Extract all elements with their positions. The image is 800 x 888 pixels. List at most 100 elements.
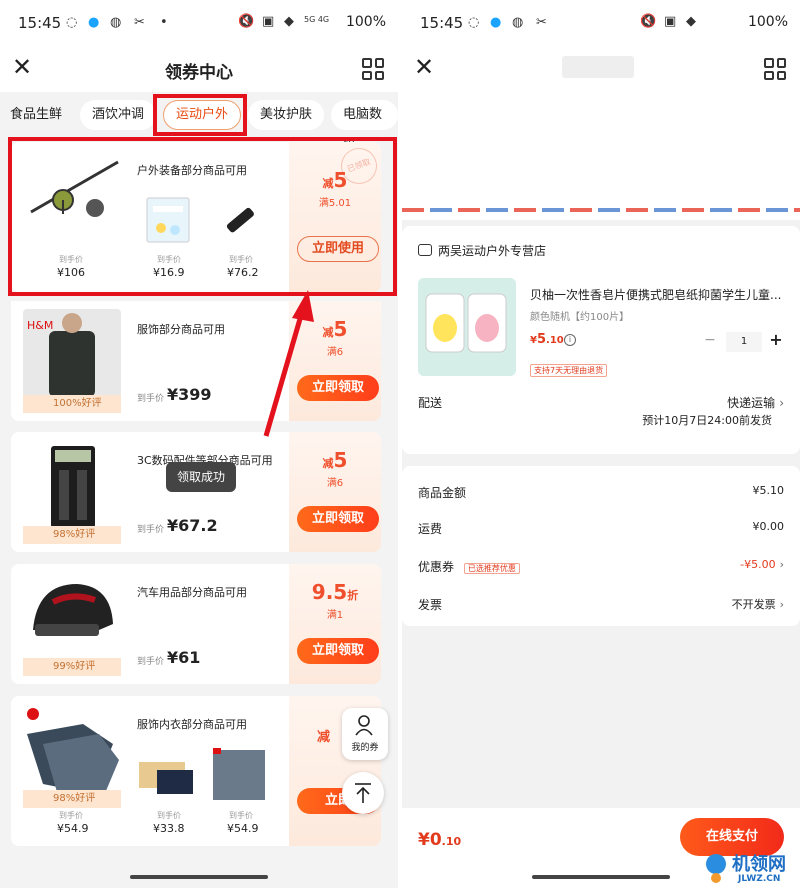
price-label: 到手价	[137, 525, 165, 535]
qq-icon: ●	[490, 15, 502, 30]
summary-value: -¥5.00 ›	[740, 558, 784, 571]
quantity-field[interactable]: 1	[726, 332, 762, 352]
claim-now-button[interactable]: 立即领取	[297, 638, 379, 664]
status-dot: •	[160, 15, 168, 30]
site-watermark: 机领网 JLWZ.CN	[700, 848, 800, 888]
item-price: ¥54.9	[57, 822, 89, 835]
top-nav: ✕ 领券中心	[0, 46, 398, 92]
address-envelope[interactable]	[402, 92, 800, 220]
goods-amount-row: 商品金额 ¥5.10	[418, 484, 784, 501]
chevron-right-icon: ›	[779, 558, 784, 571]
status-bar: 15:45 ◌ ● ◍ ✂ • 🔇 ▣ ◆ 5G 4G 100%	[0, 0, 398, 46]
grid-menu-icon[interactable]	[362, 58, 384, 80]
price-summary-card: 商品金额 ¥5.10 运费 ¥0.00 优惠券 已选推荐优惠 -¥5.00 › 发…	[402, 466, 800, 626]
wifi-icon: ◆	[284, 14, 294, 29]
battery-level: 100%	[345, 14, 386, 30]
chevron-right-icon: ›	[779, 396, 784, 410]
nfc-icon: ▣	[262, 14, 275, 29]
user-icon	[355, 715, 373, 736]
tab-highlight-box	[153, 94, 247, 136]
coupon-card-3c: 98%好评 3C数码配件等部分商品可用 到手价 ¥67.2 减5 满6 立即领取	[11, 432, 381, 552]
network-label: 5G 4G	[304, 15, 330, 24]
coupon-center-screen: 15:45 ◌ ● ◍ ✂ • 🔇 ▣ ◆ 5G 4G 100% ✕ 领券中心 …	[0, 0, 398, 888]
increase-button[interactable]: +	[768, 330, 784, 349]
claim-now-button[interactable]: 立即领取	[297, 506, 379, 532]
qq-icon: ●	[88, 15, 100, 30]
scissors-icon: ✂	[134, 15, 145, 30]
tab-beauty[interactable]: 美妆护肤	[248, 100, 325, 130]
status-time: 15:45	[18, 14, 62, 32]
coupon-card-apparel: H&M 100%好评 服饰部分商品可用 到手价 ¥399 减5 满6 立即领取	[11, 301, 381, 421]
coupon-condition: 满6	[326, 478, 344, 489]
item-price: ¥54.9	[227, 822, 259, 835]
close-icon[interactable]: ✕	[414, 54, 434, 80]
coupon-amount: 9.5折	[311, 580, 359, 604]
coupon-row[interactable]: 优惠券 已选推荐优惠 -¥5.00 ›	[418, 558, 784, 575]
summary-label: 商品金额	[418, 486, 467, 500]
product-spec[interactable]: 颜色随机【约100片】	[530, 308, 629, 323]
coupon-condition: 满1	[326, 610, 344, 621]
price-label: 到手价	[157, 811, 181, 820]
chevron-right-icon: ›	[779, 598, 784, 611]
underwear-image	[27, 708, 119, 798]
return-policy-tag: 支持7天无理由退货	[530, 364, 608, 377]
wifi-icon: ◆	[686, 14, 696, 29]
summary-value: 不开发票 ›	[731, 598, 784, 611]
chat-icon: ◌	[468, 15, 480, 30]
battery-charger-image	[51, 446, 95, 528]
my-coupons-button[interactable]: 我的券	[342, 708, 388, 760]
coupon-value-panel: 减5 满6 立即领取	[289, 301, 381, 421]
coupon-amount: 减5	[322, 448, 348, 472]
item-price: ¥33.8	[153, 822, 185, 835]
mute-icon: 🔇	[640, 14, 657, 29]
rating-badge: 99%好评	[23, 658, 121, 676]
summary-label: 运费	[418, 522, 443, 536]
shipping-row: 运费 ¥0.00	[418, 520, 784, 537]
status-time: 15:45	[420, 14, 464, 32]
invoice-row[interactable]: 发票 不开发票 ›	[418, 596, 784, 613]
price-label: 到手价	[229, 811, 253, 820]
checkout-screen: 15:45 ◌ ● ◍ ✂ 🔇 ▣ ◆ 100% ✕ 两吴运动户外专营店 贝柚一…	[402, 0, 800, 888]
delivery-row[interactable]: 配送 快递运输 ›	[418, 394, 784, 411]
mute-icon: 🔇	[238, 14, 255, 29]
home-indicator	[130, 875, 268, 879]
rating-badge: 98%好评	[23, 526, 121, 544]
arrow-up-icon	[355, 783, 371, 803]
price-label: 到手价	[137, 657, 165, 667]
card-title: 服饰部分商品可用	[137, 323, 225, 336]
delivery-method: 快递运输 ›	[727, 396, 784, 410]
status-bar: 15:45 ◌ ● ◍ ✂ 🔇 ▣ ◆ 100%	[402, 0, 800, 46]
store-name[interactable]: 两吴运动户外专营店	[418, 242, 546, 259]
tab-digital[interactable]: 电脑数码	[331, 100, 398, 152]
wechat-icon: ◍	[512, 15, 524, 30]
final-price: ¥67.2	[167, 516, 218, 535]
underwear-pack-image	[213, 748, 265, 800]
home-indicator	[532, 875, 670, 879]
price-label: 到手价	[59, 811, 83, 820]
grid-menu-icon[interactable]	[764, 58, 786, 80]
info-icon[interactable]: i	[564, 334, 576, 346]
summary-value: ¥0.00	[752, 520, 785, 533]
back-to-top-button[interactable]	[342, 772, 384, 814]
final-price: ¥61	[167, 648, 201, 667]
tab-food[interactable]: 食品生鲜	[0, 100, 74, 130]
delivery-label: 配送	[418, 396, 443, 410]
battery-level: 100%	[747, 14, 788, 30]
rating-badge: 98%好评	[23, 790, 121, 808]
coupon-tag: 已选推荐优惠	[463, 563, 520, 574]
card-title: 汽车用品部分商品可用	[137, 586, 247, 599]
chat-icon: ◌	[66, 15, 78, 30]
coupon-value-panel: 9.5折 满1 立即领取	[289, 564, 381, 684]
claim-now-button[interactable]: 立即领取	[297, 375, 379, 401]
coupon-card-auto: 99%好评 汽车用品部分商品可用 到手价 ¥61 9.5折 满1 立即领取	[11, 564, 381, 684]
soap-paper-product-image[interactable]	[418, 278, 516, 376]
scissors-icon: ✂	[536, 15, 547, 30]
mascot-logo-icon	[706, 854, 726, 883]
card-highlight-box	[8, 137, 397, 296]
summary-label: 发票	[418, 598, 443, 612]
helmet-image	[33, 584, 113, 636]
tab-drinks[interactable]: 酒饮冲调	[80, 100, 157, 130]
nfc-icon: ▣	[664, 14, 677, 29]
product-name[interactable]: 贝柚一次性香皂片便携式肥皂纸抑菌学生儿童...	[530, 286, 786, 303]
decrease-button[interactable]: −	[702, 332, 718, 348]
